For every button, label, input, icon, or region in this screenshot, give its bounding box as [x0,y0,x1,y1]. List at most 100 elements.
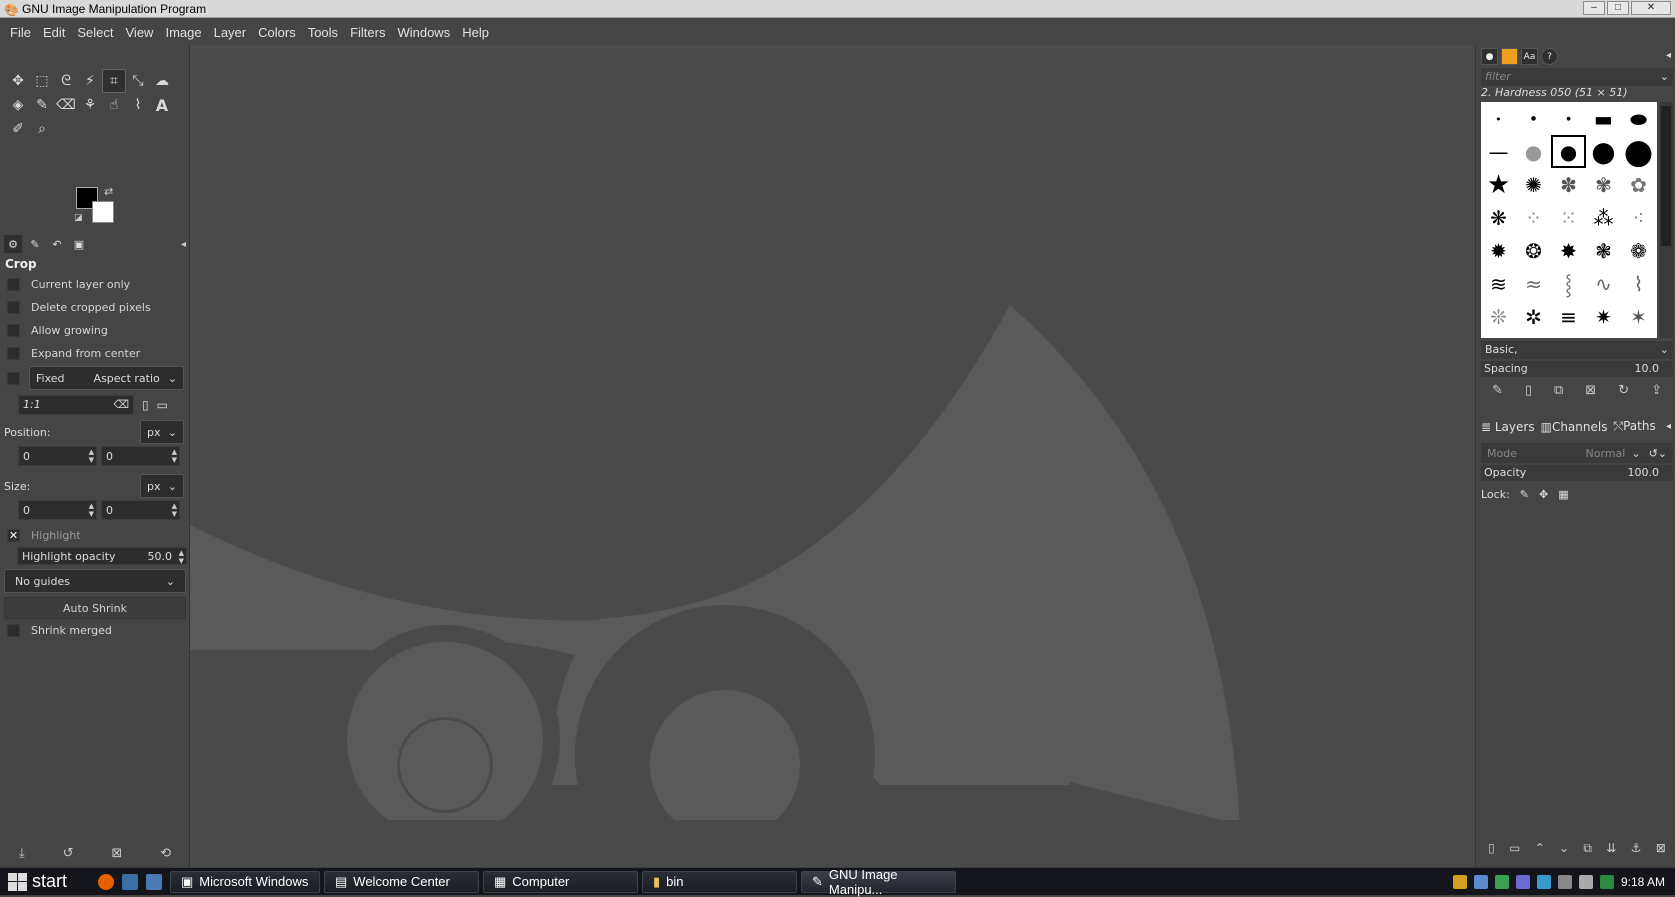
brush-bristle-5[interactable]: ⌇ [1621,267,1656,300]
position-unit-select[interactable]: px ⌄ [140,420,184,444]
new-layer-group-icon[interactable]: ▭ [1509,841,1520,856]
brush-texture-3[interactable]: ⁙ [1551,201,1586,234]
brush-small[interactable]: ● [1516,102,1551,135]
paintbrush-tool-icon[interactable]: ✎ [30,93,54,117]
auto-shrink-button[interactable]: Auto Shrink [4,597,186,619]
lower-layer-icon[interactable]: ⌄ [1559,841,1569,856]
highlight-checkbox[interactable]: ✕ [7,529,20,542]
menu-view[interactable]: View [120,25,160,40]
shrink-merged-checkbox[interactable] [7,624,20,637]
close-button[interactable]: ✕ [1631,1,1671,15]
background-color[interactable] [92,201,114,223]
brush-pattern-1[interactable]: ✹ [1481,234,1516,267]
brush-sponge-3[interactable]: ≡ [1551,300,1586,333]
landscape-icon[interactable]: ▭ [157,398,168,412]
start-button[interactable]: start [0,868,90,896]
paths-tab[interactable]: ⤲Paths [1613,419,1655,434]
reset-options-icon[interactable]: ⟲ [160,846,171,861]
bucket-fill-tool-icon[interactable]: ◈ [6,93,30,117]
brush-pattern-3[interactable]: ✸ [1551,234,1586,267]
allow-growing-checkbox[interactable] [7,324,20,337]
brush-dot[interactable]: ● [1551,102,1586,135]
free-select-tool-icon[interactable]: ᘓ [54,69,78,93]
firefox-icon[interactable] [98,873,114,890]
fixed-mode-select[interactable]: Fixed Aspect ratio ⌄ [29,366,184,390]
device-status-tab-icon[interactable]: ✎ [26,235,44,253]
brush-charcoal[interactable]: ✾ [1586,168,1621,201]
brush-bristle-4[interactable]: ∿ [1586,267,1621,300]
brush-scrollbar[interactable] [1659,102,1673,338]
lock-pixels-icon[interactable]: ✎ [1520,488,1529,501]
show-desktop-icon[interactable] [122,873,138,890]
layers-tab[interactable]: ≣ Layers [1481,420,1535,434]
lock-position-icon[interactable]: ✥ [1539,488,1548,501]
move-tool-icon[interactable]: ✥ [6,69,30,93]
merge-layer-icon[interactable]: ⇊ [1606,841,1616,856]
zoom-tool-icon[interactable]: ⌕ [30,117,54,141]
clone-tool-icon[interactable]: ⚘ [78,93,102,117]
images-tab-icon[interactable]: ▣ [70,235,88,253]
crop-tool-icon[interactable]: ⌗ [102,69,126,93]
brush-star[interactable]: ★ [1481,168,1516,201]
menu-help[interactable]: Help [456,25,495,40]
brush-soft-small[interactable]: ● [1516,135,1551,168]
current-layer-only-checkbox[interactable] [7,278,20,291]
menu-tools[interactable]: Tools [302,25,344,40]
highlight-opacity-slider[interactable]: Highlight opacity 50.0 ▲ ▼ [17,547,187,565]
brush-pattern-2[interactable]: ❂ [1516,234,1551,267]
shrink-merged-row[interactable]: Shrink merged [0,619,190,642]
position-x-input[interactable]: 0 ▲ ▼ [18,446,97,466]
brush-acrylic[interactable]: ✺ [1516,168,1551,201]
tool-options-tab-icon[interactable]: ⚙ [4,235,22,253]
brush-texture-4[interactable]: ⁂ [1586,201,1621,234]
switch-windows-icon[interactable] [146,873,162,890]
menu-filters[interactable]: Filters [344,25,391,40]
brush-grid[interactable]: ● ● ● ▬ ⬬ — ● ● ● ● ★ ✺ ✽ ✾ ✿ ❋ ⁘ ⁙ ⁂ ⁖ … [1481,102,1657,338]
swap-colors-icon[interactable]: ⇄ [104,185,113,198]
menu-layer[interactable]: Layer [208,25,253,40]
fixed-checkbox[interactable] [7,371,20,385]
brush-pixel[interactable]: ● [1481,102,1516,135]
brush-tag-select[interactable]: Basic, ⌄ [1481,341,1673,359]
position-y-input[interactable]: 0 ▲ ▼ [101,446,180,466]
spin-arrows-icon[interactable]: ▲ ▼ [172,448,177,464]
image-canvas[interactable] [190,45,1475,867]
delete-cropped-row[interactable]: Delete cropped pixels [0,296,190,319]
open-brush-icon[interactable]: ⇪ [1651,383,1662,398]
spin-arrows-icon[interactable]: ▲ ▼ [89,502,94,518]
size-unit-select[interactable]: px ⌄ [140,474,184,498]
brush-spacing-slider[interactable]: Spacing 10.0 [1481,361,1673,377]
brush-hardness-075[interactable]: ● [1586,135,1621,168]
color-picker-tool-icon[interactable]: ✐ [6,117,30,141]
menu-file[interactable]: File [4,25,37,40]
user-icon[interactable] [1473,874,1488,889]
brush-bristle-1[interactable]: ≋ [1481,267,1516,300]
brush-bristle-3[interactable]: ⸾ [1551,267,1586,300]
rect-select-tool-icon[interactable]: ⬚ [30,69,54,93]
spin-arrows-icon[interactable]: ▲ ▼ [179,549,184,565]
edit-brush-icon[interactable]: ✎ [1492,383,1503,398]
brush-hardness-100[interactable]: ● [1621,132,1656,172]
refresh-brushes-icon[interactable]: ↻ [1618,383,1629,398]
highlight-row[interactable]: ✕ Highlight [0,524,190,547]
layer-opacity-slider[interactable]: Opacity 100.0 [1481,465,1673,481]
delete-layer-icon[interactable]: ⊠ [1656,841,1666,856]
brush-line[interactable]: — [1481,135,1516,168]
duplicate-layer-icon[interactable]: ⧉ [1583,841,1592,856]
network-status-icon[interactable] [1494,874,1509,889]
brush-texture-2[interactable]: ⁘ [1516,201,1551,234]
portrait-icon[interactable]: ▯ [142,398,149,412]
brush-bar[interactable]: ▬ [1586,102,1621,135]
text-tool-icon[interactable]: A [150,93,174,117]
eraser-tool-icon[interactable]: ⌫ [54,93,78,117]
minimize-button[interactable]: – [1583,1,1605,15]
new-brush-icon[interactable]: ▯ [1525,383,1532,398]
menu-colors[interactable]: Colors [252,25,302,40]
save-options-icon[interactable]: ⤓ [19,846,25,861]
help-tab-icon[interactable]: ? [1541,48,1558,65]
composite-mode-icon[interactable]: ↺⌄ [1649,447,1667,460]
spin-arrows-icon[interactable]: ▲ ▼ [172,502,177,518]
fuzzy-select-tool-icon[interactable]: ⚡ [78,69,102,93]
brush-sponge-4[interactable]: ✷ [1586,300,1621,333]
brush-bristle-2[interactable]: ≈ [1516,267,1551,300]
